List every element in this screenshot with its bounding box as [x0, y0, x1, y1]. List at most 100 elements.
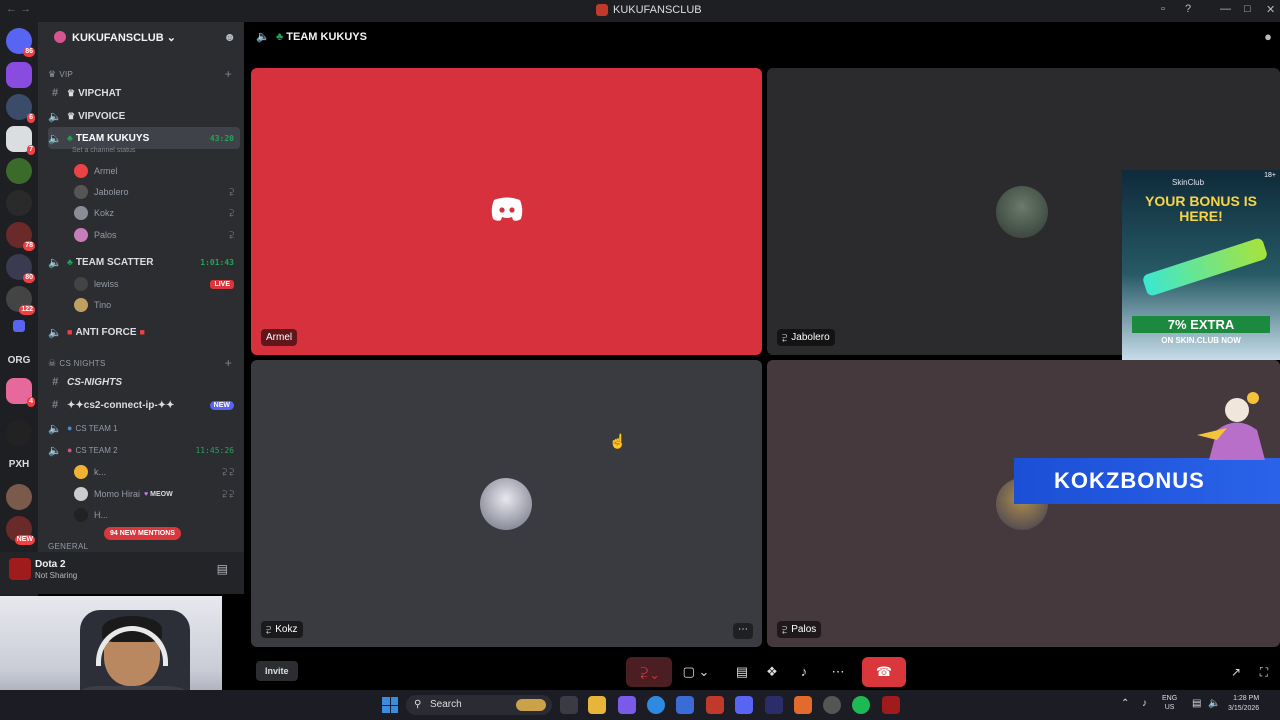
server-icon[interactable] — [6, 484, 32, 510]
participant-tile[interactable]: Armel — [251, 68, 762, 355]
clock[interactable]: 1:28 PM 3/15/2026 — [1228, 694, 1259, 714]
windows-start-icon[interactable] — [382, 697, 398, 713]
discord-taskbar-icon[interactable] — [735, 696, 753, 714]
plus-icon[interactable]: + — [225, 356, 232, 370]
screen-share-icon[interactable]: ▤ — [217, 562, 228, 576]
voice-user[interactable]: Jabolero ⥻ — [74, 182, 240, 202]
voice-user[interactable]: Armel — [74, 161, 240, 181]
avatar — [74, 298, 88, 312]
voice-user[interactable]: H... — [74, 505, 240, 525]
call-timer: 1:01:43 — [200, 257, 234, 267]
taskbar-search[interactable]: ⚲ Search — [406, 695, 552, 715]
disconnect-button[interactable]: ☎ — [862, 657, 906, 687]
activities-icon[interactable]: ❖ — [762, 657, 782, 687]
taskbar: ⚲ Search ⌃ ♪ ENG US ▤ 🔈 1:28 PM 3/15/202… — [0, 690, 1280, 720]
more-icon[interactable]: ⋯ — [828, 657, 848, 687]
tray-chevron-icon[interactable]: ⌃ — [1121, 698, 1129, 709]
spotify-icon[interactable] — [852, 696, 870, 714]
store-icon[interactable] — [676, 696, 694, 714]
server-icon[interactable] — [13, 320, 25, 332]
app-logo-icon — [596, 4, 608, 16]
volume-icon[interactable]: 🔈 — [1208, 698, 1220, 709]
channel-label: ✦✦cs2-connect-ip-✦✦ — [67, 399, 175, 411]
plus-icon[interactable]: + — [225, 67, 232, 81]
server-icon[interactable]: 80 — [6, 254, 35, 283]
pxh-server[interactable]: PXH — [6, 452, 32, 478]
channel-team-scatter[interactable]: 🔈 ♣ TEAM SCATTER 1:01:43 — [48, 252, 240, 272]
add-member-icon[interactable]: ☻ — [223, 30, 236, 44]
chat-icon[interactable]: ● — [1264, 29, 1272, 44]
minimize-button[interactable]: — — [1220, 3, 1231, 15]
participant-name-tag: ⥻ Kokz — [261, 621, 303, 638]
category-cs-nights[interactable]: ☠ CS NIGHTS + — [48, 353, 240, 373]
participant-tile[interactable]: ⥻ Kokz ⋯ — [251, 360, 762, 647]
org-server[interactable]: ORG — [6, 348, 32, 374]
microphone-icon[interactable]: ♪ — [1142, 698, 1147, 709]
channel-label: TEAM SCATTER — [75, 256, 154, 268]
screen-share-icon[interactable]: ▤ — [732, 657, 752, 687]
mic-mute-button[interactable]: ⥻ ⌄ — [626, 657, 672, 687]
user-name: Armel — [94, 166, 118, 176]
copilot-icon[interactable] — [618, 696, 636, 714]
voice-user[interactable]: Momo Hirai ♥ MEOW ⥻ ⥻ — [74, 484, 240, 504]
app-icon[interactable] — [706, 696, 724, 714]
popout-icon[interactable]: ↗ — [1228, 657, 1244, 687]
channel-cs-team-1[interactable]: 🔈 ● CS TEAM 1 — [48, 418, 240, 438]
participant-tile[interactable]: KOKZBONUS ⥻ Palos — [767, 360, 1280, 647]
channel-cs-nights[interactable]: # CS-NIGHTS — [48, 372, 240, 392]
channel-vipvoice[interactable]: 🔈 ♛ VIPVOICE — [48, 106, 240, 126]
skinclub-ad[interactable]: SkinClub 18+ YOUR BONUS IS HERE! 7% EXTR… — [1122, 170, 1280, 360]
voice-user[interactable]: Tino — [74, 295, 240, 315]
channel-vipchat[interactable]: # ♛ VIPCHAT — [48, 83, 240, 103]
dota-taskbar-icon[interactable] — [882, 696, 900, 714]
server-icon[interactable]: NEW — [6, 516, 35, 545]
voice-user[interactable]: Palos ⥻ — [74, 225, 240, 245]
guild-header[interactable]: KUKUFANSCLUB ⌄ ☻ — [38, 22, 244, 52]
network-icon[interactable]: ▤ — [1192, 698, 1201, 709]
server-icon[interactable] — [6, 420, 32, 446]
server-icon[interactable]: 122 — [6, 286, 35, 315]
server-icon[interactable]: 4 — [6, 378, 35, 407]
brave-icon[interactable] — [794, 696, 812, 714]
channel-sidebar: KUKUFANSCLUB ⌄ ☻ ♛ VIP + # ♛ VIPCHAT 🔈 ♛… — [38, 22, 244, 590]
server-icon[interactable] — [6, 158, 32, 184]
close-button[interactable]: ✕ — [1266, 3, 1275, 16]
channel-cs2-connect[interactable]: # ✦✦cs2-connect-ip-✦✦ NEW — [48, 395, 240, 415]
participant-name-tag: ⥻ Palos — [777, 621, 822, 638]
more-options-button[interactable]: ⋯ — [733, 623, 753, 639]
channel-team-kukuys[interactable]: 🔈 ♣ TEAM KUKUYS 43:20 — [48, 127, 240, 149]
app-icon[interactable] — [823, 696, 841, 714]
invite-button[interactable]: Invite — [256, 661, 298, 681]
inbox-icon[interactable]: ▫ — [1161, 3, 1165, 15]
language-indicator[interactable]: ENG US — [1162, 694, 1177, 712]
server-icon[interactable]: 6 — [6, 94, 35, 123]
server-icon[interactable]: 7 — [6, 126, 35, 155]
soundboard-icon[interactable]: ♪ — [794, 657, 814, 687]
category-vip[interactable]: ♛ VIP + — [48, 64, 240, 84]
nav-arrows[interactable]: ← → — [6, 3, 31, 15]
channel-label: CS TEAM 1 — [75, 423, 118, 433]
camera-toggle-button[interactable]: ▢ ⌄ — [678, 657, 714, 687]
new-mentions-badge[interactable]: 94 NEW MENTIONS — [104, 527, 181, 540]
category-general[interactable]: GENERAL — [48, 540, 240, 552]
discord-dm-icon[interactable]: 86 — [6, 28, 35, 57]
fullscreen-icon[interactable]: ⛶ — [1256, 657, 1272, 687]
voice-user[interactable]: lewiss LIVE — [74, 274, 240, 294]
maximize-button[interactable]: □ — [1244, 3, 1251, 15]
category-label: VIP — [59, 69, 74, 79]
voice-user[interactable]: k... ⥻ ⥻ — [74, 462, 240, 482]
channel-status[interactable]: Set a channel status — [72, 147, 135, 154]
rifle-image — [1141, 237, 1269, 297]
server-icon[interactable]: 78 — [6, 222, 35, 251]
vscode-icon[interactable] — [765, 696, 783, 714]
file-explorer-icon[interactable] — [588, 696, 606, 714]
server-icon[interactable] — [6, 190, 32, 216]
voice-user[interactable]: Kokz ⥻ — [74, 203, 240, 223]
help-icon[interactable]: ? — [1185, 3, 1191, 15]
clover-icon: ♣ — [276, 31, 284, 43]
server-icon[interactable] — [6, 62, 32, 88]
channel-cs-team-2[interactable]: 🔈 ● CS TEAM 2 11:45:26 — [48, 440, 240, 460]
channel-anti-force[interactable]: 🔈 ■ ANTI FORCE ■ — [48, 322, 240, 342]
task-view-icon[interactable] — [560, 696, 578, 714]
edge-icon[interactable] — [647, 696, 665, 714]
